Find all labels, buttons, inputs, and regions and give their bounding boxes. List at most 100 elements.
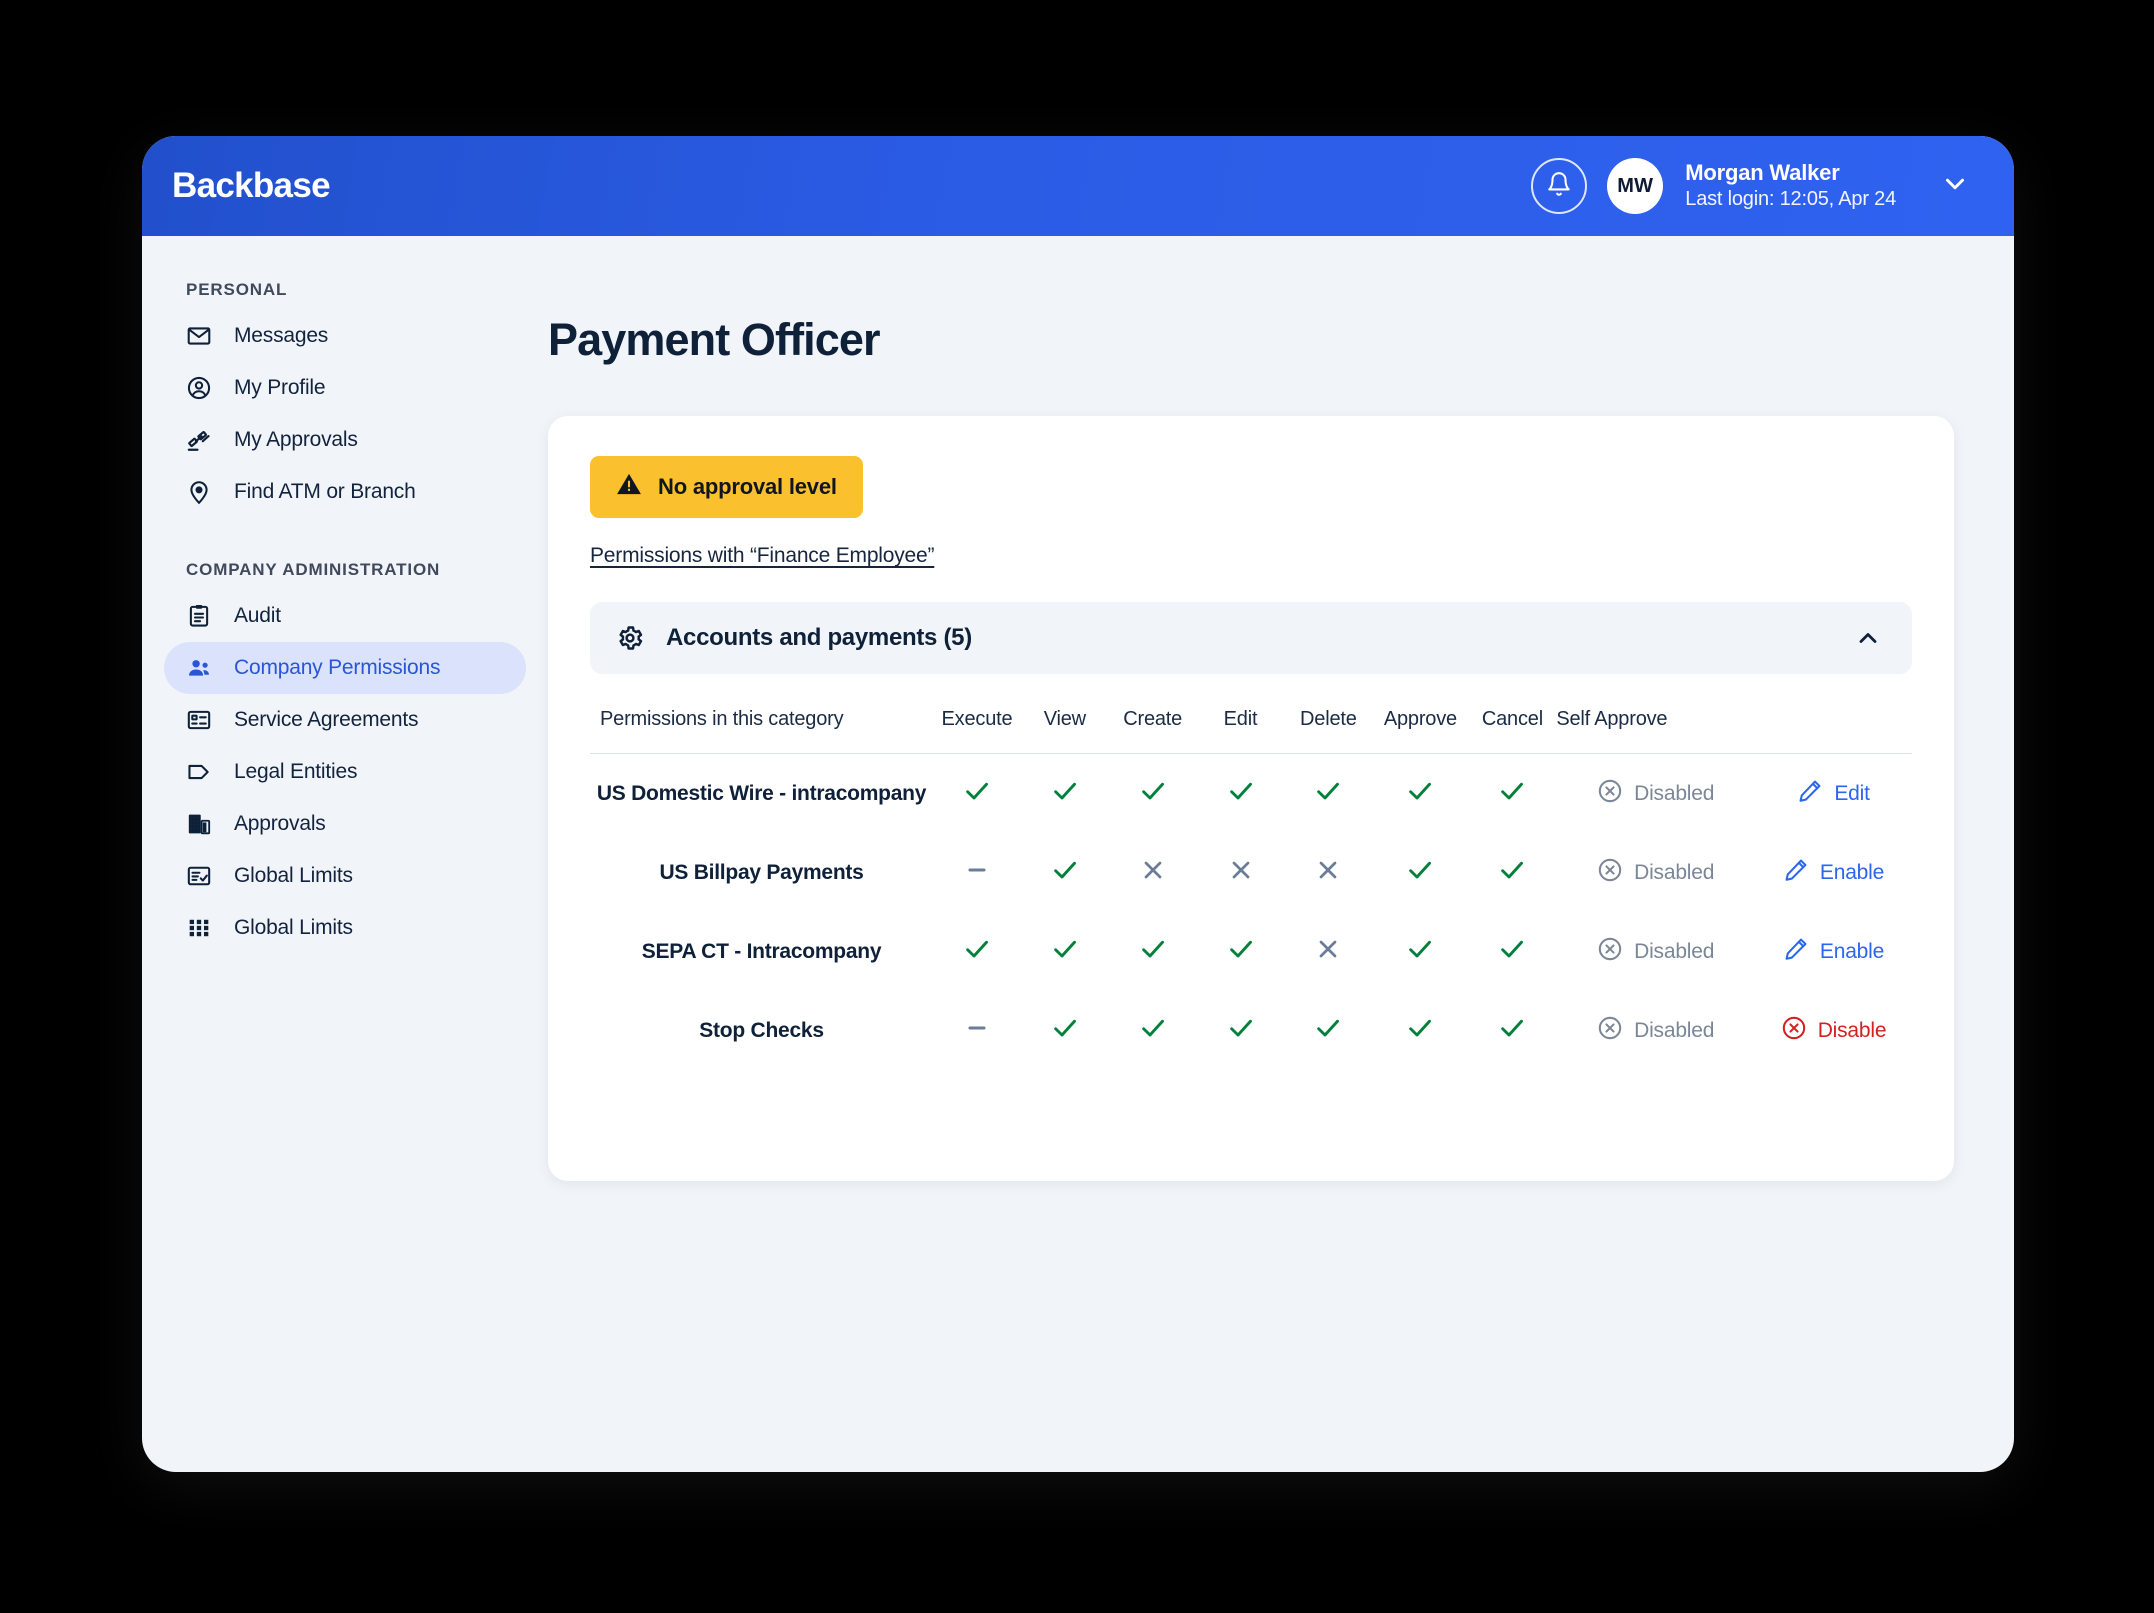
permission-name: US Billpay Payments (659, 860, 864, 884)
sidebar-group-company-administration: COMPANY ADMINISTRATION Audit Company Per… (164, 560, 526, 954)
row-action-cell: Edit (1755, 754, 1912, 834)
grid-dots-icon (186, 915, 212, 941)
warning-triangle-icon (616, 471, 642, 503)
permissions-card: No approval level Permissions with “Fina… (548, 416, 1954, 1181)
map-pin-icon (186, 479, 212, 505)
self-approve-status: Disabled (1597, 1015, 1714, 1047)
last-login-text: Last login: 12:05, Apr 24 (1685, 188, 1896, 211)
permissions-with-role-link[interactable]: Permissions with “Finance Employee” (590, 544, 934, 568)
row-action-button[interactable]: Enable (1783, 857, 1884, 889)
avatar[interactable]: MW (1607, 158, 1664, 214)
permission-name: US Domestic Wire - intracompany (596, 781, 927, 805)
check-icon (1497, 934, 1527, 964)
check-icon (1226, 1013, 1256, 1043)
topbar-right-cluster: MW Morgan Walker Last login: 12:05, Apr … (1531, 158, 1970, 214)
permission-cell-create (1109, 833, 1197, 912)
check-icon (1313, 1013, 1343, 1043)
check-icon (1405, 1013, 1435, 1043)
permission-cell-create (1109, 991, 1197, 1070)
permission-cell-cancel (1468, 912, 1556, 991)
sidebar-item-label: Find ATM or Branch (234, 480, 416, 503)
row-action-button[interactable]: Enable (1783, 936, 1884, 968)
permission-cell-approve (1372, 991, 1468, 1070)
user-menu-toggle[interactable] (1940, 169, 1970, 204)
check-icon (1138, 934, 1168, 964)
column-header-cancel: Cancel (1468, 682, 1557, 754)
sidebar: PERSONAL Messages My Profile My Approval… (142, 236, 548, 1472)
permission-cell-edit (1197, 991, 1285, 1070)
sidebar-item-company-permissions[interactable]: Company Permissions (164, 642, 526, 694)
self-approve-cell: Disabled (1556, 754, 1755, 834)
clipboard-icon (186, 603, 212, 629)
sidebar-item-label: Global Limits (234, 916, 353, 939)
self-approve-status: Disabled (1597, 857, 1714, 889)
sidebar-item-my-profile[interactable]: My Profile (164, 362, 526, 414)
row-action-cell: Disable (1755, 991, 1912, 1070)
user-info[interactable]: Morgan Walker Last login: 12:05, Apr 24 (1685, 160, 1896, 211)
accordion-accounts-and-payments[interactable]: Accounts and payments (5) (590, 602, 1912, 674)
row-action-label: Enable (1819, 939, 1885, 963)
sidebar-item-service-agreements[interactable]: Service Agreements (164, 694, 526, 746)
permission-cell-edit (1197, 912, 1285, 991)
sidebar-item-find-atm-or-branch[interactable]: Find ATM or Branch (164, 466, 526, 518)
row-action-label: Disable (1817, 1018, 1887, 1042)
row-action-button[interactable]: Disable (1781, 1015, 1887, 1047)
permission-cell-cancel (1468, 754, 1556, 834)
self-approve-status: Disabled (1597, 778, 1714, 810)
sidebar-group-title: PERSONAL (186, 280, 288, 299)
check-icon (962, 934, 992, 964)
building-icon (186, 811, 212, 837)
badge-label: No approval level (658, 474, 837, 499)
permission-name: Stop Checks (699, 1018, 824, 1042)
main-content: Payment Officer No approval level Permis… (548, 236, 2014, 1472)
circle-x-icon (1597, 778, 1623, 810)
circle-x-icon (1597, 1015, 1623, 1047)
column-header-permissions: Permissions in this category (590, 682, 934, 754)
permission-cell-execute (933, 754, 1021, 834)
check-icon (1050, 934, 1080, 964)
column-header-execute: Execute (933, 682, 1021, 754)
check-icon (1138, 776, 1168, 806)
cross-icon (1227, 856, 1255, 884)
permission-cell-create (1109, 912, 1197, 991)
row-action-button[interactable]: Edit (1797, 778, 1870, 810)
check-icon (1497, 1013, 1527, 1043)
check-icon (1226, 776, 1256, 806)
circle-x-icon (1597, 936, 1623, 968)
sidebar-group-title: COMPANY ADMINISTRATION (186, 560, 441, 579)
sidebar-item-label: My Approvals (234, 428, 358, 451)
list-check-icon (186, 863, 212, 889)
sidebar-item-legal-entities[interactable]: Legal Entities (164, 746, 526, 798)
check-icon (1313, 776, 1343, 806)
sidebar-item-audit[interactable]: Audit (164, 590, 526, 642)
check-icon (1497, 776, 1527, 806)
top-navigation-bar: Backbase MW Morgan Walker Last login: 12… (142, 136, 2014, 236)
sidebar-item-label: My Profile (234, 376, 326, 399)
permission-cell-delete (1284, 991, 1372, 1070)
page-title: Payment Officer (548, 314, 881, 365)
sidebar-item-messages[interactable]: Messages (164, 310, 526, 362)
no-approval-level-badge[interactable]: No approval level (590, 456, 863, 518)
circle-x-icon (1597, 857, 1623, 889)
sidebar-item-label: Audit (234, 604, 281, 627)
sidebar-item-global-limits-grid[interactable]: Global Limits (164, 902, 526, 954)
sidebar-item-my-approvals[interactable]: My Approvals (164, 414, 526, 466)
notifications-button[interactable] (1531, 158, 1588, 214)
sidebar-item-label: Approvals (234, 812, 326, 835)
page-body: PERSONAL Messages My Profile My Approval… (142, 236, 2014, 1472)
sidebar-item-global-limits-list[interactable]: Global Limits (164, 850, 526, 902)
brand-logo[interactable]: Backbase (172, 166, 331, 206)
sidebar-item-approvals[interactable]: Approvals (164, 798, 526, 850)
sidebar-item-label: Messages (234, 324, 329, 347)
pencil-icon (1783, 857, 1809, 889)
permission-cell-create (1109, 754, 1197, 834)
check-icon (1050, 776, 1080, 806)
pencil-icon (1797, 778, 1823, 810)
table-row: Stop Checks Disabled Disable (590, 991, 1912, 1070)
chevron-up-icon[interactable] (1854, 624, 1882, 652)
gavel-icon (186, 427, 212, 453)
permission-cell-approve (1372, 754, 1468, 834)
self-approve-label: Disabled (1634, 939, 1715, 963)
envelope-icon (186, 323, 212, 349)
cross-icon (1314, 935, 1342, 963)
